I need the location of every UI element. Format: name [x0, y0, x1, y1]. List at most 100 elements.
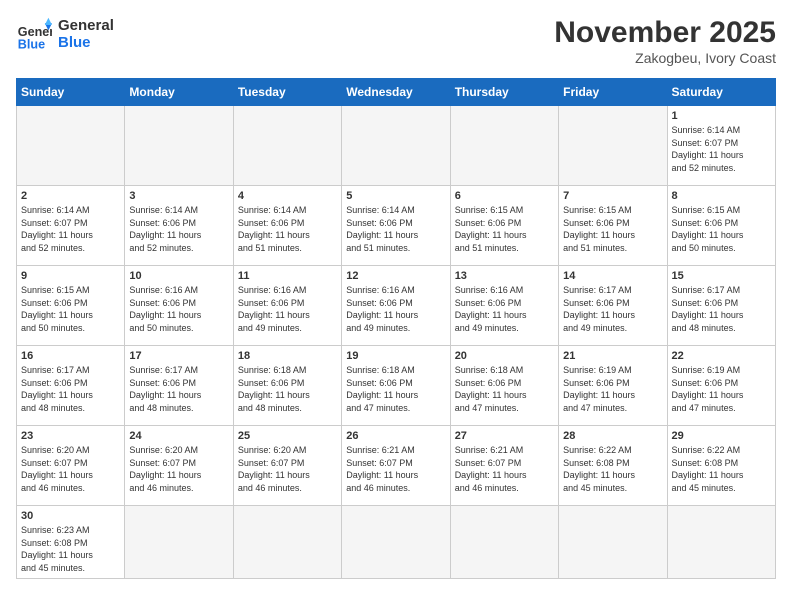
calendar-cell [233, 506, 341, 579]
day-info: Sunrise: 6:14 AM Sunset: 6:06 PM Dayligh… [238, 204, 337, 254]
calendar-cell: 9 Sunrise: 6:15 AM Sunset: 6:06 PM Daylig… [17, 266, 125, 346]
day-info: Sunrise: 6:17 AM Sunset: 6:06 PM Dayligh… [672, 284, 771, 334]
day-info: Sunrise: 6:18 AM Sunset: 6:06 PM Dayligh… [346, 364, 445, 414]
svg-text:Blue: Blue [18, 37, 45, 51]
day-info: Sunrise: 6:15 AM Sunset: 6:06 PM Dayligh… [672, 204, 771, 254]
calendar-cell: 10 Sunrise: 6:16 AM Sunset: 6:06 PM Dayli… [125, 266, 233, 346]
calendar-cell [125, 106, 233, 186]
day-number: 6 [455, 190, 554, 202]
calendar-cell [559, 506, 667, 579]
day-number: 29 [672, 430, 771, 442]
day-info: Sunrise: 6:22 AM Sunset: 6:08 PM Dayligh… [672, 444, 771, 494]
calendar-cell [342, 106, 450, 186]
calendar-cell: 17Sunrise: 6:17 AM Sunset: 6:06 PM Dayli… [125, 346, 233, 426]
day-info: Sunrise: 6:16 AM Sunset: 6:06 PM Dayligh… [129, 284, 228, 334]
day-number: 1 [672, 110, 771, 122]
logo-general-text: General [58, 17, 114, 34]
day-info: Sunrise: 6:18 AM Sunset: 6:06 PM Dayligh… [455, 364, 554, 414]
day-number: 11 [238, 270, 337, 282]
day-number: 4 [238, 190, 337, 202]
calendar-week-4: 23Sunrise: 6:20 AM Sunset: 6:07 PM Dayli… [17, 426, 776, 506]
calendar-cell: 14Sunrise: 6:17 AM Sunset: 6:06 PM Dayli… [559, 266, 667, 346]
calendar-cell: 4 Sunrise: 6:14 AM Sunset: 6:06 PM Daylig… [233, 186, 341, 266]
calendar-cell: 8 Sunrise: 6:15 AM Sunset: 6:06 PM Daylig… [667, 186, 775, 266]
calendar-cell [559, 106, 667, 186]
day-info: Sunrise: 6:16 AM Sunset: 6:06 PM Dayligh… [455, 284, 554, 334]
calendar-week-5: 30Sunrise: 6:23 AM Sunset: 6:08 PM Dayli… [17, 506, 776, 579]
page-header: General Blue General Blue November 2025 … [16, 16, 776, 66]
day-info: Sunrise: 6:21 AM Sunset: 6:07 PM Dayligh… [455, 444, 554, 494]
day-info: Sunrise: 6:15 AM Sunset: 6:06 PM Dayligh… [21, 284, 120, 334]
calendar-cell [667, 506, 775, 579]
day-info: Sunrise: 6:22 AM Sunset: 6:08 PM Dayligh… [563, 444, 662, 494]
calendar-header-row: SundayMondayTuesdayWednesdayThursdayFrid… [17, 79, 776, 106]
day-number: 9 [21, 270, 120, 282]
day-info: Sunrise: 6:21 AM Sunset: 6:07 PM Dayligh… [346, 444, 445, 494]
calendar-cell: 18Sunrise: 6:18 AM Sunset: 6:06 PM Dayli… [233, 346, 341, 426]
day-number: 2 [21, 190, 120, 202]
calendar-cell: 5 Sunrise: 6:14 AM Sunset: 6:06 PM Daylig… [342, 186, 450, 266]
col-header-tuesday: Tuesday [233, 79, 341, 106]
calendar-cell [450, 106, 558, 186]
calendar-cell: 6 Sunrise: 6:15 AM Sunset: 6:06 PM Daylig… [450, 186, 558, 266]
day-number: 3 [129, 190, 228, 202]
logo-icon: General Blue [16, 16, 52, 52]
calendar-cell: 22Sunrise: 6:19 AM Sunset: 6:06 PM Dayli… [667, 346, 775, 426]
day-number: 15 [672, 270, 771, 282]
day-number: 5 [346, 190, 445, 202]
calendar-cell: 13 Sunrise: 6:16 AM Sunset: 6:06 PM Dayli… [450, 266, 558, 346]
col-header-wednesday: Wednesday [342, 79, 450, 106]
day-number: 27 [455, 430, 554, 442]
day-info: Sunrise: 6:15 AM Sunset: 6:06 PM Dayligh… [455, 204, 554, 254]
calendar-cell: 30Sunrise: 6:23 AM Sunset: 6:08 PM Dayli… [17, 506, 125, 579]
calendar-cell: 12Sunrise: 6:16 AM Sunset: 6:06 PM Dayli… [342, 266, 450, 346]
calendar-cell: 19Sunrise: 6:18 AM Sunset: 6:06 PM Dayli… [342, 346, 450, 426]
calendar-cell [17, 106, 125, 186]
day-number: 23 [21, 430, 120, 442]
day-info: Sunrise: 6:17 AM Sunset: 6:06 PM Dayligh… [129, 364, 228, 414]
day-info: Sunrise: 6:17 AM Sunset: 6:06 PM Dayligh… [21, 364, 120, 414]
day-number: 21 [563, 350, 662, 362]
calendar-cell [450, 506, 558, 579]
day-info: Sunrise: 6:15 AM Sunset: 6:06 PM Dayligh… [563, 204, 662, 254]
calendar-week-3: 16Sunrise: 6:17 AM Sunset: 6:06 PM Dayli… [17, 346, 776, 426]
calendar-cell: 26 Sunrise: 6:21 AM Sunset: 6:07 PM Dayli… [342, 426, 450, 506]
day-number: 20 [455, 350, 554, 362]
location: Zakogbeu, Ivory Coast [554, 50, 776, 66]
day-number: 26 [346, 430, 445, 442]
day-info: Sunrise: 6:14 AM Sunset: 6:06 PM Dayligh… [129, 204, 228, 254]
day-info: Sunrise: 6:18 AM Sunset: 6:06 PM Dayligh… [238, 364, 337, 414]
day-number: 14 [563, 270, 662, 282]
day-number: 7 [563, 190, 662, 202]
logo-blue-text: Blue [58, 34, 114, 51]
day-info: Sunrise: 6:14 AM Sunset: 6:06 PM Dayligh… [346, 204, 445, 254]
calendar-table: SundayMondayTuesdayWednesdayThursdayFrid… [16, 78, 776, 579]
day-info: Sunrise: 6:14 AM Sunset: 6:07 PM Dayligh… [21, 204, 120, 254]
day-info: Sunrise: 6:19 AM Sunset: 6:06 PM Dayligh… [563, 364, 662, 414]
day-number: 8 [672, 190, 771, 202]
calendar-cell: 28Sunrise: 6:22 AM Sunset: 6:08 PM Dayli… [559, 426, 667, 506]
calendar-cell: 16Sunrise: 6:17 AM Sunset: 6:06 PM Dayli… [17, 346, 125, 426]
col-header-sunday: Sunday [17, 79, 125, 106]
month-title: November 2025 [554, 16, 776, 50]
col-header-friday: Friday [559, 79, 667, 106]
title-block: November 2025 Zakogbeu, Ivory Coast [554, 16, 776, 66]
col-header-monday: Monday [125, 79, 233, 106]
calendar-cell: 20 Sunrise: 6:18 AM Sunset: 6:06 PM Dayli… [450, 346, 558, 426]
day-number: 13 [455, 270, 554, 282]
calendar-cell: 7 Sunrise: 6:15 AM Sunset: 6:06 PM Daylig… [559, 186, 667, 266]
calendar-cell: 21 Sunrise: 6:19 AM Sunset: 6:06 PM Dayli… [559, 346, 667, 426]
col-header-saturday: Saturday [667, 79, 775, 106]
day-info: Sunrise: 6:14 AM Sunset: 6:07 PM Dayligh… [672, 124, 771, 174]
day-number: 12 [346, 270, 445, 282]
calendar-cell: 3 Sunrise: 6:14 AM Sunset: 6:06 PM Daylig… [125, 186, 233, 266]
logo: General Blue General Blue [16, 16, 114, 52]
calendar-cell: 11 Sunrise: 6:16 AM Sunset: 6:06 PM Dayli… [233, 266, 341, 346]
calendar-cell [125, 506, 233, 579]
calendar-cell: 24Sunrise: 6:20 AM Sunset: 6:07 PM Dayli… [125, 426, 233, 506]
calendar-cell: 15 Sunrise: 6:17 AM Sunset: 6:06 PM Dayli… [667, 266, 775, 346]
day-info: Sunrise: 6:16 AM Sunset: 6:06 PM Dayligh… [238, 284, 337, 334]
calendar-week-1: 2 Sunrise: 6:14 AM Sunset: 6:07 PM Daylig… [17, 186, 776, 266]
day-number: 10 [129, 270, 228, 282]
calendar-week-2: 9 Sunrise: 6:15 AM Sunset: 6:06 PM Daylig… [17, 266, 776, 346]
